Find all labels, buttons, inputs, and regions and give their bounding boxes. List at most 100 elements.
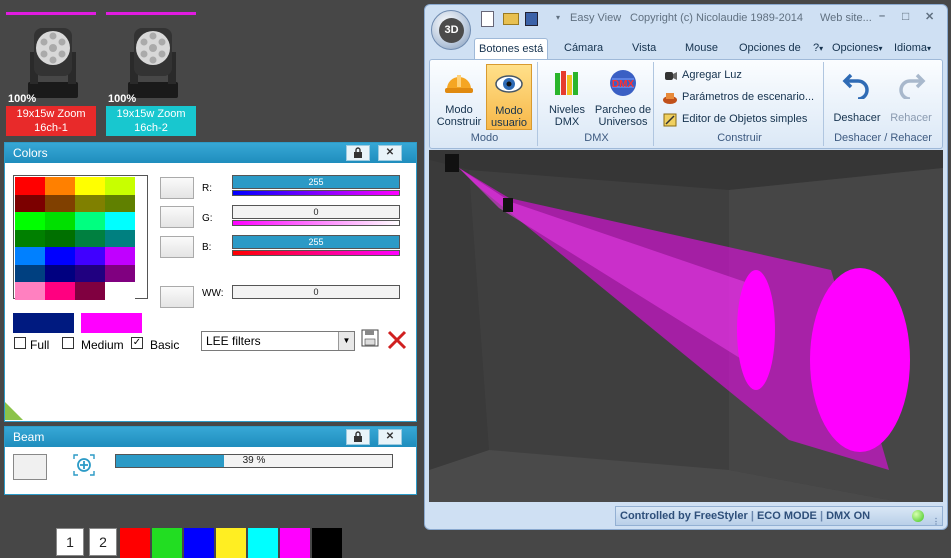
palette-color-cell[interactable] — [105, 212, 135, 230]
redo-button[interactable]: Rehacer — [884, 64, 938, 130]
palette-color-cell[interactable] — [75, 194, 105, 212]
delete-filter-button[interactable] — [386, 329, 408, 351]
palette-color-cell[interactable] — [75, 247, 105, 265]
palette-color-cell[interactable] — [75, 264, 105, 282]
palette-color-cell[interactable] — [105, 264, 135, 282]
options-menu[interactable]: Opciones▾ — [832, 38, 883, 60]
full-checkbox[interactable] — [14, 337, 26, 349]
medium-checkbox[interactable] — [62, 337, 74, 349]
palette-color-cell[interactable] — [15, 177, 45, 195]
fixture-1[interactable]: 100% 19x15w Zoom 16ch-1 — [6, 8, 96, 136]
language-menu[interactable]: Idioma▾ — [894, 38, 931, 60]
undo-icon — [842, 73, 869, 101]
quick-access-dropdown-icon[interactable]: ▾ — [556, 13, 560, 22]
filter-select[interactable]: LEE filters ▼ — [201, 331, 355, 351]
tab-camera[interactable]: Cámara — [564, 38, 603, 60]
beam-spot-small — [737, 270, 775, 390]
lock-icon — [354, 147, 362, 158]
palette-color-cell[interactable] — [75, 229, 105, 247]
palette-color-cell[interactable] — [45, 247, 75, 265]
lock-button[interactable] — [346, 145, 370, 161]
tab-options-de[interactable]: Opciones de — [739, 38, 801, 60]
floppy-disk-icon — [361, 329, 379, 347]
language-menu-label: Idioma — [894, 42, 928, 54]
palette-color-cell[interactable] — [15, 247, 45, 265]
scene-params-label: Parámetros de escenario... — [682, 91, 815, 103]
save-filter-button[interactable] — [361, 329, 379, 349]
palette-color-cell[interactable] — [105, 177, 135, 195]
fixture-2[interactable]: 100% 19x15w Zoom 16ch-2 — [106, 8, 196, 136]
help-menu[interactable]: ?▾ — [813, 38, 823, 60]
3d-viewport[interactable] — [429, 150, 943, 502]
add-light-button[interactable]: Agregar Luz — [660, 66, 742, 86]
palette-color-cell[interactable] — [105, 247, 135, 265]
palette-color-cell[interactable] — [15, 264, 45, 282]
quick-color-swatch[interactable] — [184, 528, 214, 558]
r-slider[interactable]: 255 — [232, 175, 400, 189]
palette-color-cell[interactable] — [15, 229, 45, 247]
tab-buttons[interactable]: Botones está — [474, 38, 548, 60]
b-swatch-button[interactable] — [160, 236, 194, 258]
palette-color-cell[interactable] — [45, 194, 75, 212]
palette-color-cell[interactable] — [45, 229, 75, 247]
maximize-button[interactable]: □ — [902, 9, 909, 23]
r-swatch-button[interactable] — [160, 177, 194, 199]
quick-color-swatch[interactable] — [312, 528, 342, 558]
g-swatch-button[interactable] — [160, 206, 194, 228]
palette-color-cell[interactable] — [45, 212, 75, 230]
palette-color-cell[interactable] — [75, 212, 105, 230]
minimize-button[interactable]: – — [879, 10, 885, 22]
b-slider[interactable]: 255 — [232, 235, 400, 249]
page-1-button[interactable]: 1 — [56, 528, 84, 556]
palette-color-cell[interactable] — [15, 282, 45, 300]
dmx-levels-button[interactable]: Niveles DMX — [542, 64, 592, 130]
palette-color-cell[interactable] — [105, 194, 135, 212]
palette-color-cell[interactable] — [45, 177, 75, 195]
page-2-button[interactable]: 2 — [89, 528, 117, 556]
quick-color-swatch[interactable] — [248, 528, 278, 558]
palette-color-cell[interactable] — [105, 229, 135, 247]
beam-color-button[interactable] — [13, 454, 47, 480]
scene-params-button[interactable]: Parámetros de escenario... — [660, 88, 814, 108]
ww-swatch-button[interactable] — [160, 286, 194, 308]
dmx-levels-icon — [555, 71, 578, 95]
resize-grip-icon[interactable]: ⋮ — [932, 513, 940, 531]
undo-button[interactable]: Deshacer — [830, 64, 884, 130]
palette-color-cell[interactable] — [75, 177, 105, 195]
website-link[interactable]: Web site... — [820, 12, 872, 24]
beam-slider[interactable]: 39 % — [115, 454, 393, 468]
zoom-in-button[interactable] — [73, 454, 95, 476]
tab-view[interactable]: Vista — [632, 38, 656, 60]
mode-build-button[interactable]: Modo Construir — [436, 64, 482, 130]
basic-checkbox[interactable]: ✓ — [131, 337, 143, 349]
zoom-in-icon — [73, 454, 95, 476]
chevron-down-icon: ▾ — [819, 44, 824, 53]
palette-color-cell[interactable] — [15, 212, 45, 230]
lock-button[interactable] — [346, 429, 370, 445]
palette-color-cell[interactable] — [45, 282, 75, 300]
ribbon-tabs: Botones está Cámara Vista Mouse Opciones… — [474, 38, 941, 60]
palette-color-cell[interactable] — [45, 264, 75, 282]
palette-color-cell[interactable] — [75, 282, 105, 300]
palette-color-cell[interactable] — [15, 194, 45, 212]
tab-mouse[interactable]: Mouse — [685, 38, 718, 60]
options-menu-label: Opciones — [832, 42, 879, 54]
chevron-down-icon[interactable]: ▼ — [338, 332, 354, 350]
g-slider[interactable]: 0 — [232, 205, 400, 219]
open-folder-icon[interactable] — [503, 13, 519, 25]
close-button[interactable]: ✕ — [378, 145, 402, 161]
palette-color-cell[interactable] — [105, 282, 135, 300]
object-editor-button[interactable]: Editor de Objetos simples — [660, 110, 807, 130]
quick-color-swatch[interactable] — [280, 528, 310, 558]
save-icon[interactable] — [525, 12, 538, 26]
new-file-icon[interactable] — [481, 11, 494, 27]
ww-slider[interactable]: 0 — [232, 285, 400, 299]
resize-corner-icon[interactable] — [5, 402, 23, 420]
close-button[interactable]: ✕ — [378, 429, 402, 445]
mode-user-button[interactable]: Modo usuario — [486, 64, 532, 130]
close-window-button[interactable]: ✕ — [925, 10, 934, 23]
quick-color-swatch[interactable] — [216, 528, 246, 558]
quick-color-swatch[interactable] — [152, 528, 182, 558]
universe-patch-button[interactable]: DMX Parcheo de Universos — [594, 64, 652, 130]
quick-color-swatch[interactable] — [120, 528, 150, 558]
